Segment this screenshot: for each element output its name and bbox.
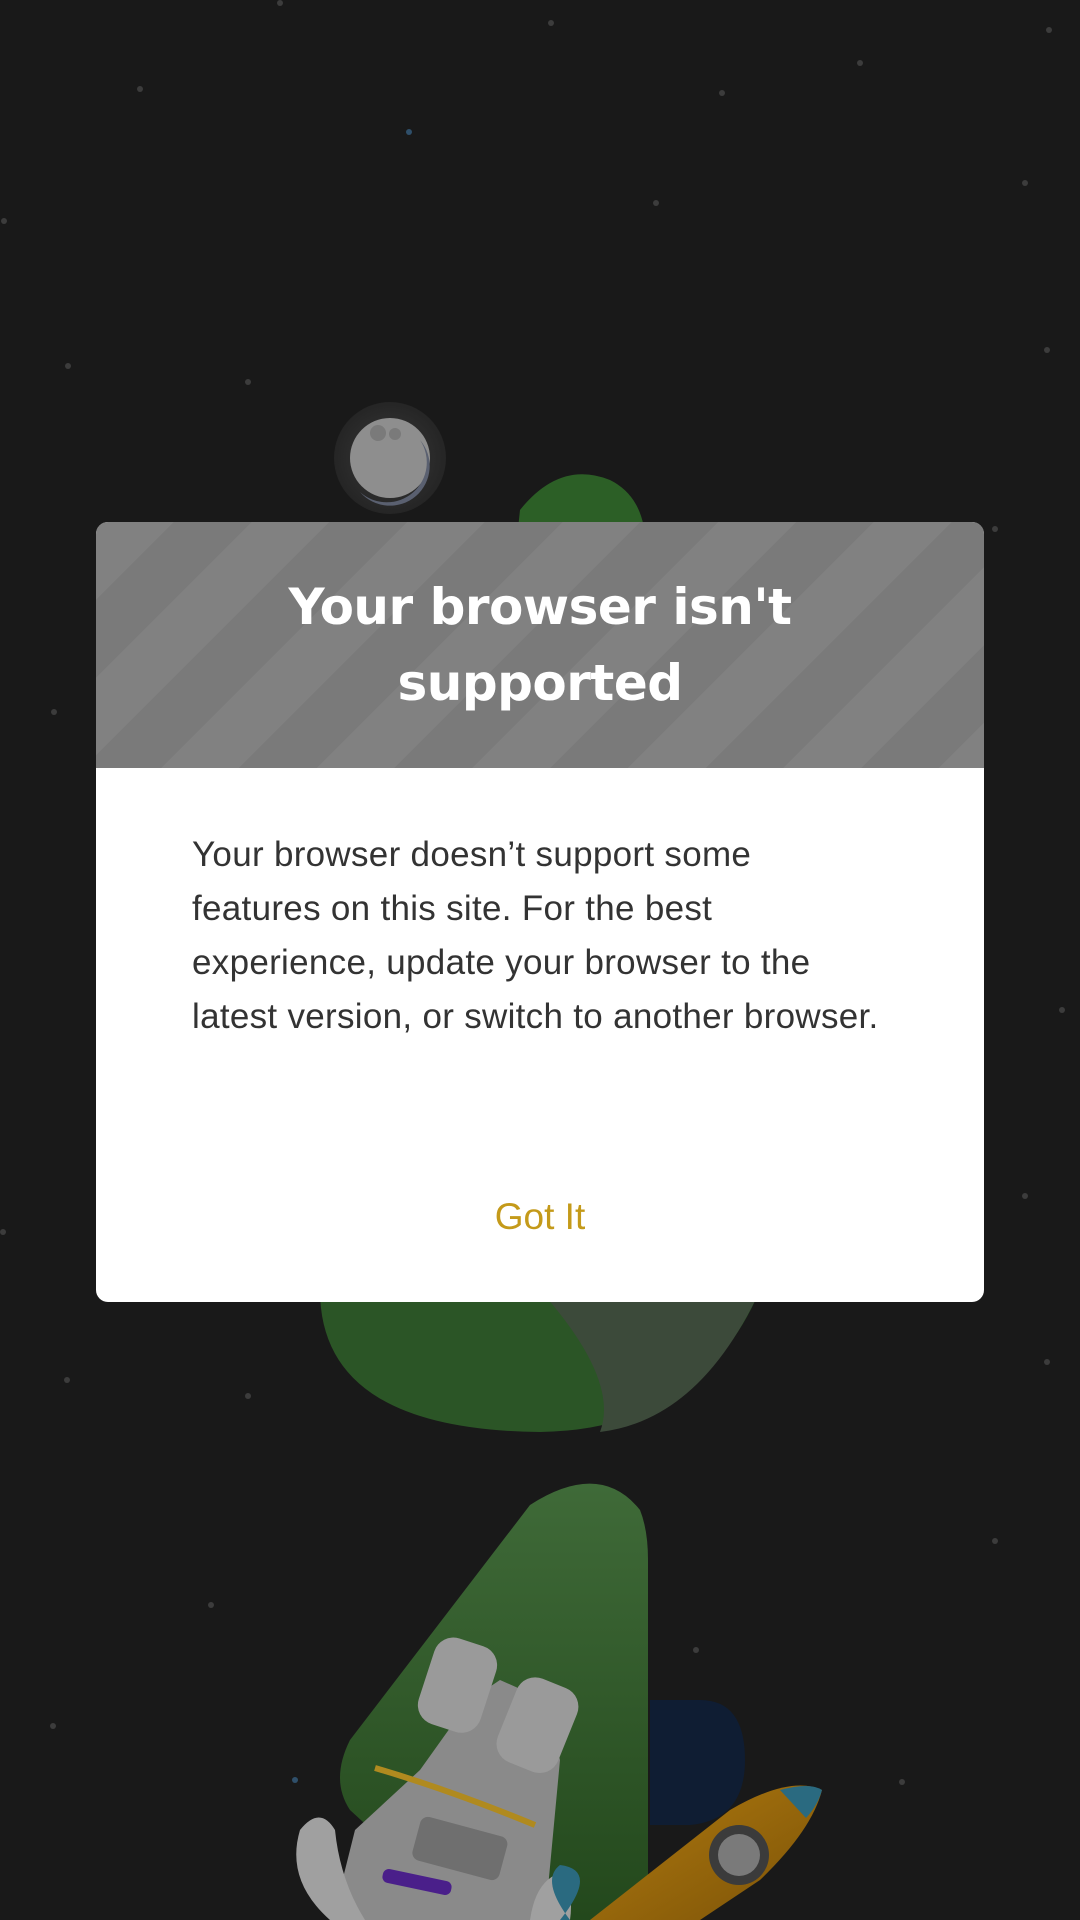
dialog-footer: Got It: [96, 1188, 984, 1246]
dialog-header: Your browser isn't supported: [96, 522, 984, 768]
moon-icon: [334, 402, 446, 514]
got-it-button[interactable]: Got It: [471, 1188, 609, 1246]
dialog-title: Your browser isn't supported: [288, 578, 792, 712]
dialog-message: Your browser doesn’t support some featur…: [192, 835, 879, 1036]
dialog-body: Your browser doesn’t support some featur…: [96, 768, 984, 1044]
blue-planet: [650, 1700, 745, 1825]
unsupported-browser-dialog: Your browser isn't supported Your browse…: [96, 522, 984, 1302]
